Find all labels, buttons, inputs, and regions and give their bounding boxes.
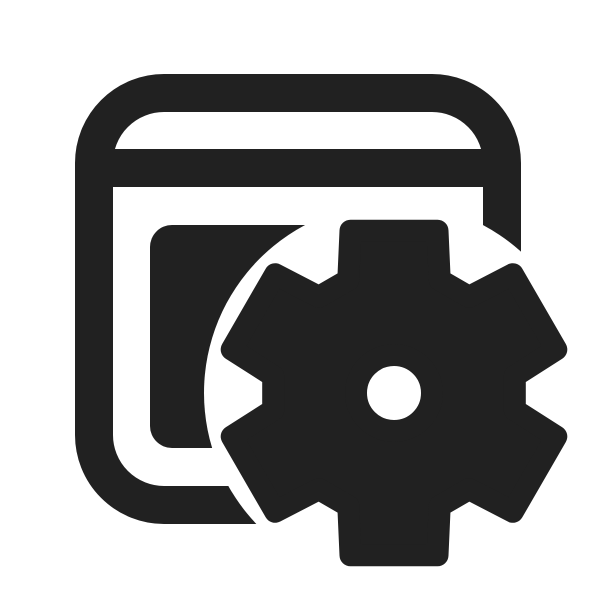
icon-canvas xyxy=(0,0,600,600)
app-settings-icon xyxy=(75,74,568,567)
